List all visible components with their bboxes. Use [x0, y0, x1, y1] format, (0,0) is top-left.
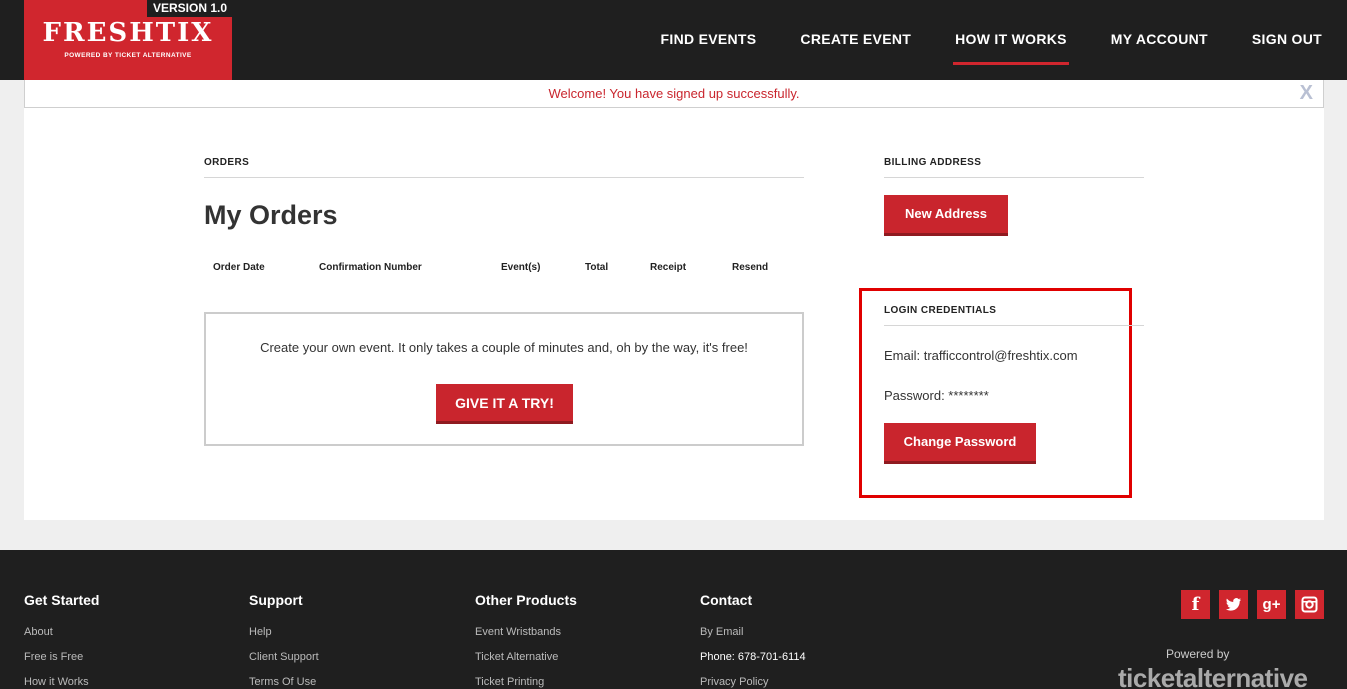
footer-phone: Phone: 678-701-6114 [700, 651, 806, 663]
flash-text: Welcome! You have signed up successfully… [548, 86, 800, 101]
create-event-promo: Create your own event. It only takes a c… [204, 312, 804, 446]
give-it-a-try-button[interactable]: GIVE IT A TRY! [436, 384, 573, 424]
billing-section-label: BILLING ADDRESS [884, 157, 982, 168]
credentials-divider [884, 325, 1144, 326]
footer-link-about[interactable]: About [24, 620, 99, 645]
footer-heading: Get Started [24, 592, 100, 608]
brand-tagline: POWERED BY TICKET ALTERNATIVE [64, 52, 192, 59]
footer-link-ticket-alternative[interactable]: Ticket Alternative [475, 645, 577, 670]
password-value: Password: ******** [884, 388, 989, 403]
facebook-icon[interactable]: f [1181, 590, 1210, 619]
footer-col-other-products: Other Products Event Wristbands Ticket A… [475, 592, 577, 689]
footer-link-help[interactable]: Help [249, 620, 319, 645]
top-navbar: VERSION 1.0 FRESHTIX POWERED BY TICKET A… [0, 0, 1347, 80]
nav-create-event[interactable]: CREATE EVENT [800, 0, 911, 80]
camera-glyph-icon [1301, 596, 1318, 613]
footer-heading: Contact [700, 592, 753, 608]
footer-link-privacy[interactable]: Privacy Policy [700, 670, 806, 689]
nav-how-it-works[interactable]: HOW IT WORKS [953, 0, 1069, 80]
footer-heading: Other Products [475, 592, 577, 608]
brand-name: FRESHTIX [42, 18, 214, 48]
freshtix-logo[interactable]: VERSION 1.0 FRESHTIX POWERED BY TICKET A… [24, 0, 232, 80]
nav-find-events[interactable]: FIND EVENTS [661, 0, 757, 80]
version-badge: VERSION 1.0 [146, 0, 232, 17]
instagram-icon[interactable] [1295, 590, 1324, 619]
twitter-icon[interactable] [1219, 590, 1248, 619]
nav-my-account[interactable]: MY ACCOUNT [1111, 0, 1208, 80]
google-plus-icon[interactable]: g+ [1257, 590, 1286, 619]
column-receipt: Receipt [650, 262, 687, 273]
footer-heading: Support [249, 592, 303, 608]
column-events: Event(s) [501, 262, 541, 273]
promo-text: Create your own event. It only takes a c… [260, 340, 748, 355]
column-confirmation-number: Confirmation Number [319, 262, 422, 273]
footer-col-get-started: Get Started About Free is Free How it Wo… [24, 592, 99, 689]
orders-divider [204, 177, 804, 178]
footer-link-free-is-free[interactable]: Free is Free [24, 645, 99, 670]
credentials-section-label: LOGIN CREDENTIALS [884, 305, 997, 316]
footer-link-by-email[interactable]: By Email [700, 620, 806, 645]
ticket-alternative-logo[interactable]: ticketalternative [1118, 663, 1308, 689]
column-total: Total [585, 262, 609, 273]
footer-col-contact: Contact By Email Phone: 678-701-6114 Pri… [700, 592, 806, 689]
column-order-date: Order Date [213, 262, 265, 273]
footer: Get Started About Free is Free How it Wo… [0, 550, 1347, 689]
email-value: Email: trafficcontrol@freshtix.com [884, 348, 1078, 363]
footer-link-terms[interactable]: Terms Of Use [249, 670, 319, 689]
powered-by-label: Powered by [1166, 647, 1230, 661]
change-password-button[interactable]: Change Password [884, 423, 1036, 464]
footer-link-how-it-works[interactable]: How it Works [24, 670, 99, 689]
close-icon[interactable]: X [1300, 81, 1313, 105]
main-nav: FIND EVENTS CREATE EVENT HOW IT WORKS MY… [661, 0, 1347, 80]
column-resend: Resend [732, 262, 769, 273]
flash-message: Welcome! You have signed up successfully… [24, 80, 1324, 108]
new-address-button[interactable]: New Address [884, 195, 1008, 236]
billing-divider [884, 177, 1144, 178]
footer-link-ticket-printing[interactable]: Ticket Printing [475, 670, 577, 689]
footer-col-support: Support Help Client Support Terms Of Use [249, 592, 319, 689]
twitter-bird-icon [1226, 598, 1241, 611]
account-panel: Welcome! You have signed up successfully… [24, 80, 1324, 520]
footer-link-wristbands[interactable]: Event Wristbands [475, 620, 577, 645]
orders-section-label: ORDERS [204, 157, 250, 168]
footer-link-client-support[interactable]: Client Support [249, 645, 319, 670]
nav-sign-out[interactable]: SIGN OUT [1252, 0, 1322, 80]
page-title: My Orders [204, 200, 338, 230]
